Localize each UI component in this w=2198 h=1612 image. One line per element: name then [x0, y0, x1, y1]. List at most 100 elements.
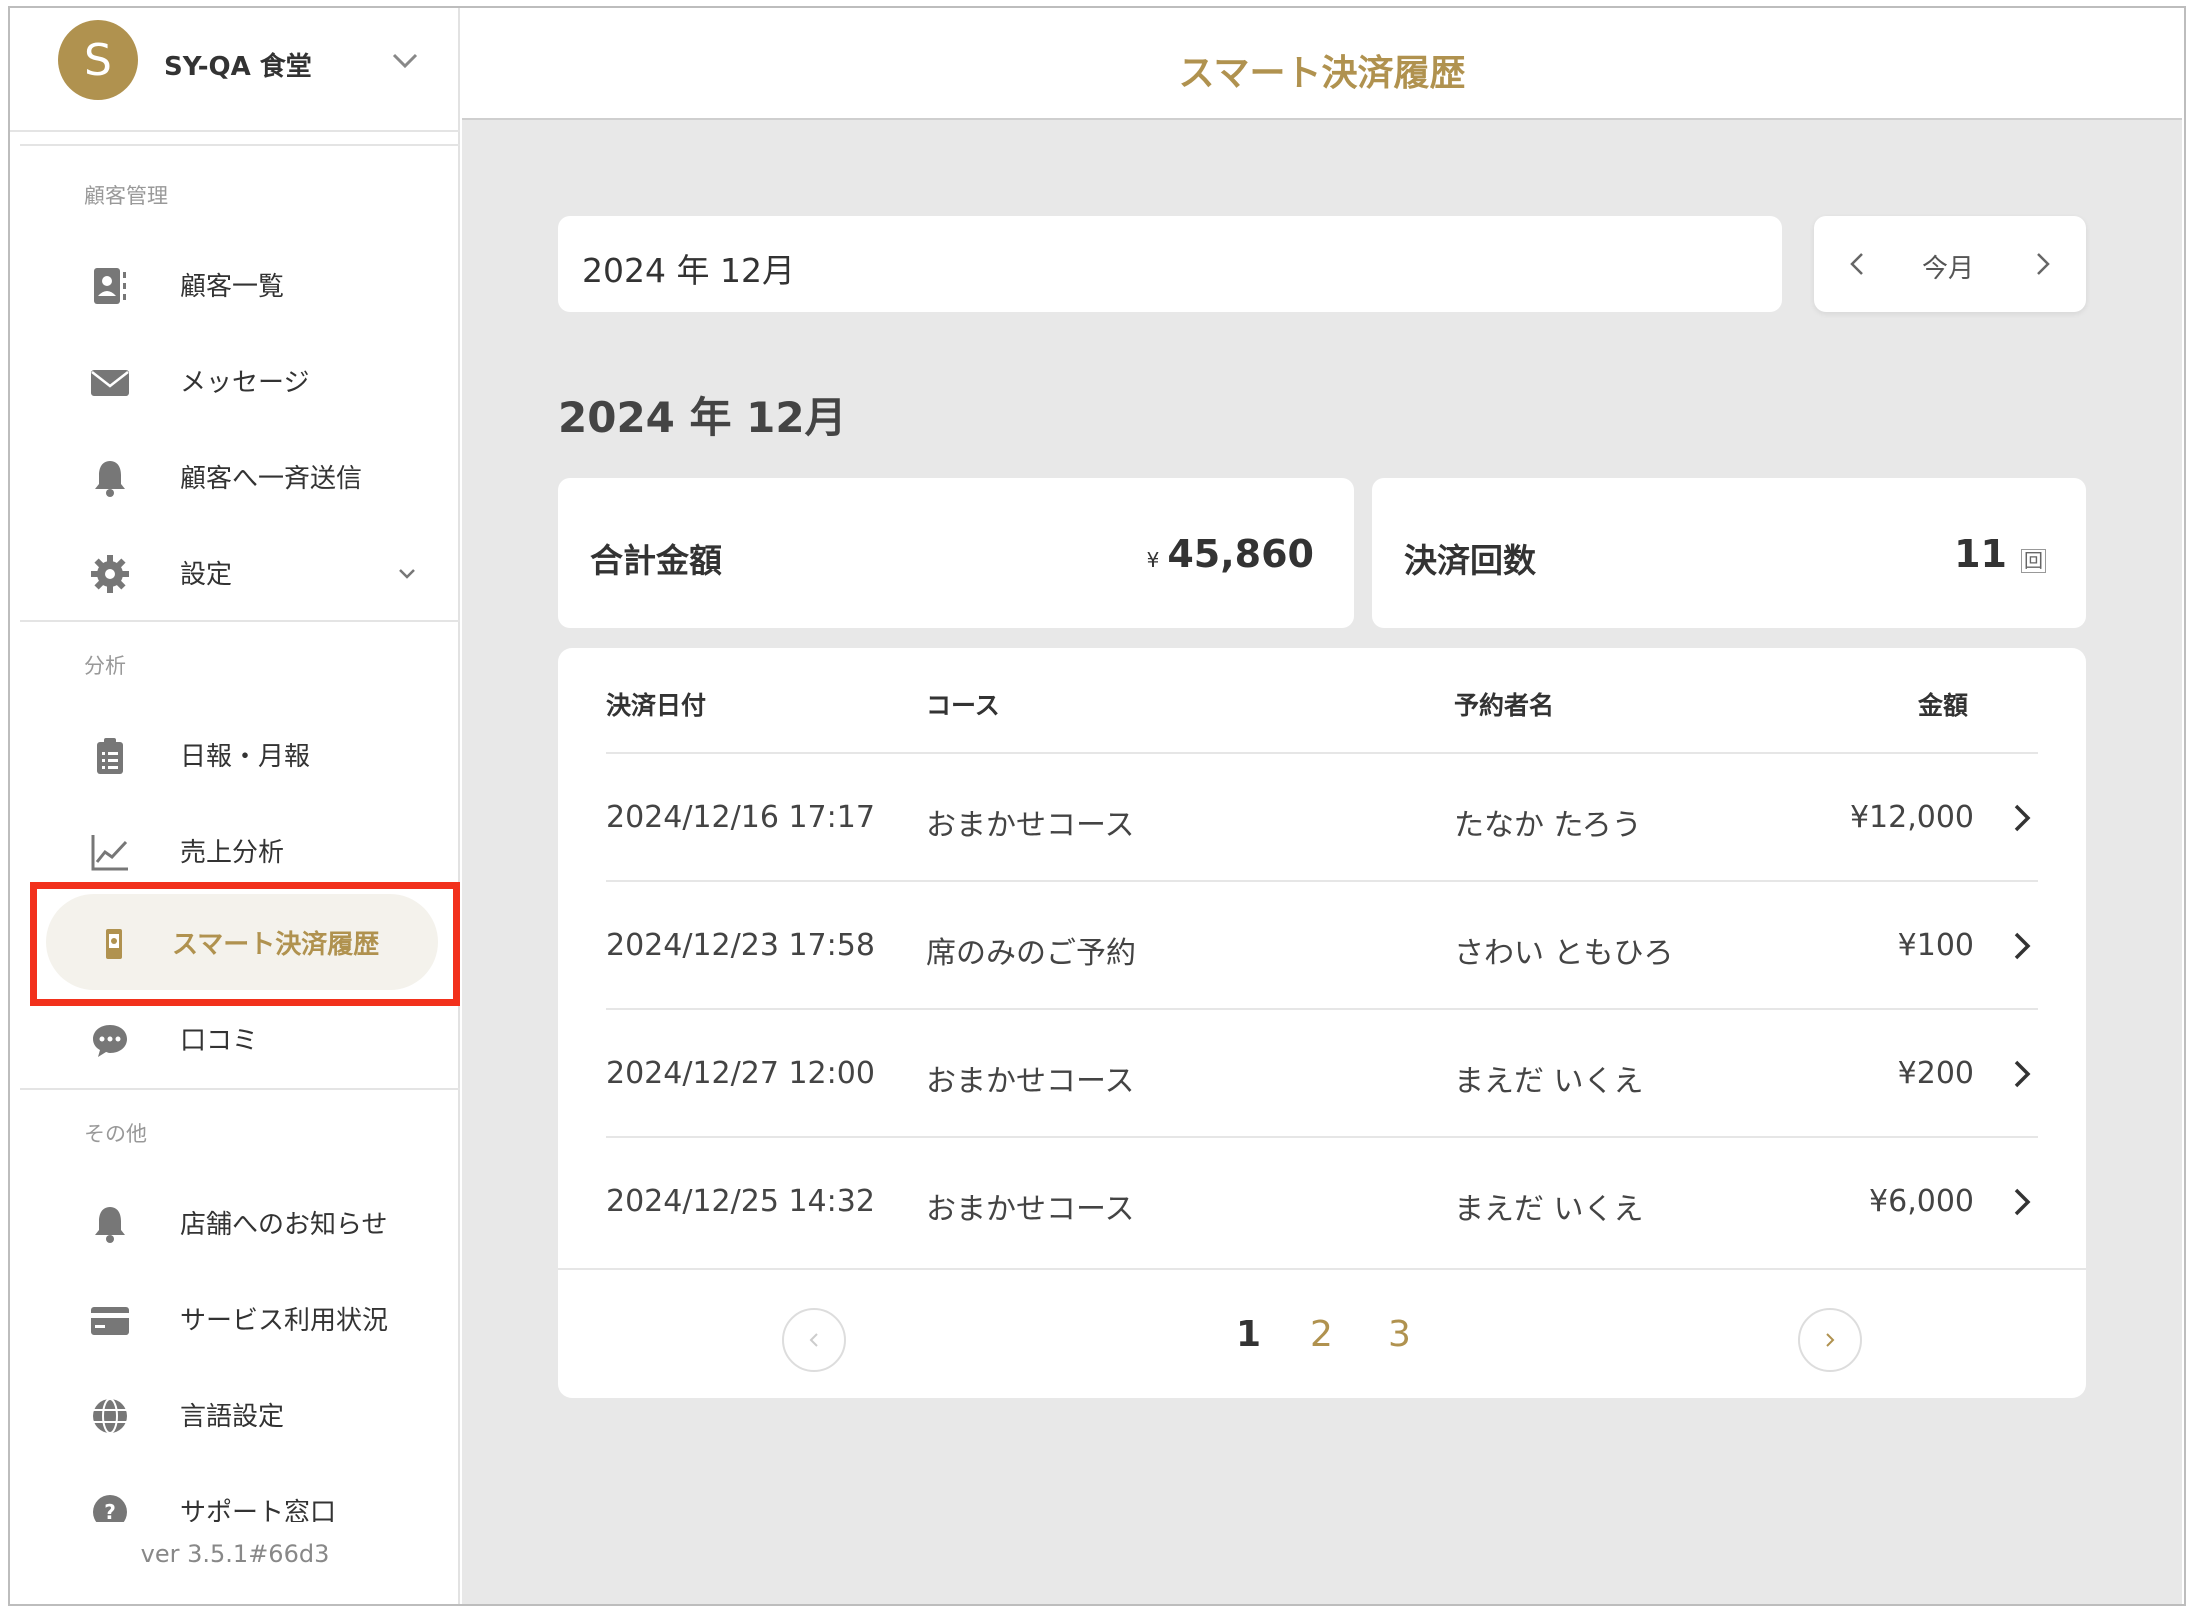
- sidebar-item-customer-list[interactable]: 顧客一覧: [20, 244, 460, 324]
- sidebar-item-label: 店舗へのお知らせ: [180, 1209, 388, 1240]
- page-number-2[interactable]: 2: [1310, 1314, 1333, 1355]
- cell-date: 2024/12/25 14:32: [606, 1184, 875, 1219]
- shop-name: SY-QA 食堂: [164, 52, 312, 82]
- sidebar-item-daily-monthly-report[interactable]: 日報・月報: [20, 714, 460, 794]
- chevron-right-icon[interactable]: [2006, 1184, 2038, 1220]
- chevron-right-icon[interactable]: [2006, 800, 2038, 836]
- sidebar-item-label: サービス利用状況: [180, 1305, 389, 1336]
- cell-name: まえだ いくえ: [1454, 1064, 1644, 1099]
- chevron-right-icon[interactable]: [2006, 1056, 2038, 1092]
- credit-card-icon: [91, 1307, 129, 1335]
- bell-icon: [95, 461, 125, 497]
- month-navigator: 今月: [1814, 216, 2086, 312]
- column-header-course: コース: [926, 691, 1000, 720]
- sidebar-item-sales-analysis[interactable]: 売上分析: [20, 810, 460, 890]
- sidebar-item-label: 設定: [180, 559, 233, 590]
- cell-date: 2024/12/16 17:17: [606, 800, 875, 835]
- globe-icon: [93, 1398, 127, 1434]
- sidebar-item-label: メッセージ: [180, 367, 310, 398]
- version-label: ver 3.5.1#66d3: [140, 1540, 330, 1568]
- sidebar: S SY-QA 食堂 顧客管理 顧客一覧 メッセージ 顧客へ一斉送信 設定 分析…: [10, 8, 460, 1604]
- clipboard-icon: [97, 738, 123, 774]
- divider: [20, 1088, 460, 1090]
- sidebar-item-label: 日報・月報: [180, 741, 311, 772]
- current-month-button[interactable]: 今月: [1922, 248, 1974, 285]
- total-amount-number: 45,860: [1167, 532, 1314, 576]
- sidebar-item-service-usage[interactable]: サービス利用状況: [20, 1278, 460, 1358]
- pagination-next-button[interactable]: [1798, 1308, 1862, 1372]
- column-header-amount: 金額: [1918, 691, 1969, 720]
- chevron-down-icon[interactable]: [390, 46, 420, 76]
- app-window: S SY-QA 食堂 顧客管理 顧客一覧 メッセージ 顧客へ一斉送信 設定 分析…: [8, 6, 2186, 1606]
- count-unit: 回: [2020, 549, 2046, 573]
- help-circle-icon: ?: [93, 1495, 127, 1522]
- shop-switcher[interactable]: S SY-QA 食堂: [10, 8, 460, 132]
- cell-name: たなか たろう: [1454, 808, 1642, 843]
- cell-name: さわい ともひろ: [1454, 936, 1674, 971]
- sidebar-item-label: 言語設定: [180, 1401, 285, 1432]
- cell-amount: ¥200: [1897, 1056, 1974, 1091]
- line-chart-icon: [91, 835, 128, 871]
- envelope-icon: [91, 370, 129, 396]
- sidebar-item-label: 売上分析: [180, 837, 285, 868]
- section-label-other: その他: [84, 1122, 147, 1146]
- sidebar-item-label: 顧客へ一斉送信: [180, 463, 363, 494]
- sidebar-item-broadcast[interactable]: 顧客へ一斉送信: [20, 436, 460, 516]
- cell-amount: ¥6,000: [1869, 1184, 1974, 1219]
- total-amount-value: ¥45,860: [1147, 532, 1314, 576]
- table-row[interactable]: 2024/12/16 17:17 おまかせコース たなか たろう ¥12,000: [606, 754, 2038, 882]
- svg-text:?: ?: [104, 1500, 116, 1522]
- pagination-prev-button[interactable]: [782, 1308, 846, 1372]
- chevron-down-icon: [399, 569, 415, 579]
- divider: [20, 144, 460, 146]
- sidebar-item-messages[interactable]: メッセージ: [20, 340, 460, 420]
- column-header-name: 予約者名: [1454, 691, 1555, 720]
- avatar: S: [58, 20, 138, 100]
- page-number-3[interactable]: 3: [1388, 1314, 1411, 1355]
- column-header-date: 決済日付: [606, 691, 707, 720]
- month-select-value: 2024 年 12月: [582, 251, 795, 290]
- cell-date: 2024/12/23 17:58: [606, 928, 875, 963]
- bell-icon: [95, 1207, 125, 1243]
- sidebar-item-reviews[interactable]: 口コミ: [20, 998, 460, 1078]
- sidebar-scroll-clip: ? サポート窓口: [10, 1470, 460, 1522]
- pagination-divider: [558, 1268, 2086, 1270]
- cell-amount: ¥100: [1897, 928, 1974, 963]
- cell-amount: ¥12,000: [1849, 800, 1974, 835]
- total-amount-label: 合計金額: [590, 541, 722, 580]
- month-select-field[interactable]: 2024 年 12月: [558, 216, 1782, 312]
- annotation-highlight-box: [30, 882, 460, 1006]
- chevron-right-icon[interactable]: [2026, 248, 2058, 280]
- chevron-left-icon[interactable]: [1842, 248, 1874, 280]
- sidebar-item-settings[interactable]: 設定: [20, 532, 460, 612]
- main-content: スマート決済履歴 2024 年 12月 今月 2024 年 12月 合計金額 ¥…: [462, 8, 2182, 1604]
- top-bar: スマート決済履歴: [462, 8, 2182, 120]
- chevron-left-icon: [809, 1333, 818, 1347]
- sidebar-item-language-settings[interactable]: 言語設定: [20, 1374, 460, 1454]
- payment-count-value: 11 回: [1954, 532, 2046, 576]
- total-amount-card: 合計金額 ¥45,860: [558, 478, 1354, 628]
- table-row[interactable]: 2024/12/27 12:00 おまかせコース まえだ いくえ ¥200: [606, 1010, 2038, 1138]
- sidebar-item-label: 口コミ: [180, 1025, 259, 1056]
- gear-icon: [91, 555, 129, 593]
- chevron-right-icon[interactable]: [2006, 928, 2038, 964]
- sidebar-item-label: サポート窓口: [180, 1497, 337, 1523]
- cell-course: おまかせコース: [926, 808, 1135, 843]
- payment-count-card: 決済回数 11 回: [1372, 478, 2086, 628]
- page-number-1[interactable]: 1: [1236, 1314, 1261, 1355]
- payment-count-number: 11: [1954, 532, 2007, 576]
- cell-name: まえだ いくえ: [1454, 1192, 1644, 1227]
- divider: [20, 620, 460, 622]
- payment-history-table: 決済日付 コース 予約者名 金額 2024/12/16 17:17 おまかせコー…: [558, 648, 2086, 1398]
- table-row[interactable]: 2024/12/23 17:58 席のみのご予約 さわい ともひろ ¥100: [606, 882, 2038, 1010]
- cell-course: おまかせコース: [926, 1192, 1135, 1227]
- table-row[interactable]: 2024/12/25 14:32 おまかせコース まえだ いくえ ¥6,000: [606, 1138, 2038, 1266]
- page-title: スマート決済履歴: [1178, 53, 1466, 94]
- currency-symbol: ¥: [1146, 548, 1160, 572]
- month-heading: 2024 年 12月: [558, 393, 847, 442]
- chat-bubble-icon: [93, 1025, 127, 1057]
- section-label-analysis: 分析: [84, 654, 126, 678]
- sidebar-item-support[interactable]: ? サポート窓口: [20, 1470, 460, 1522]
- sidebar-item-store-notices[interactable]: 店舗へのお知らせ: [20, 1182, 460, 1262]
- contact-card-icon: [94, 268, 126, 304]
